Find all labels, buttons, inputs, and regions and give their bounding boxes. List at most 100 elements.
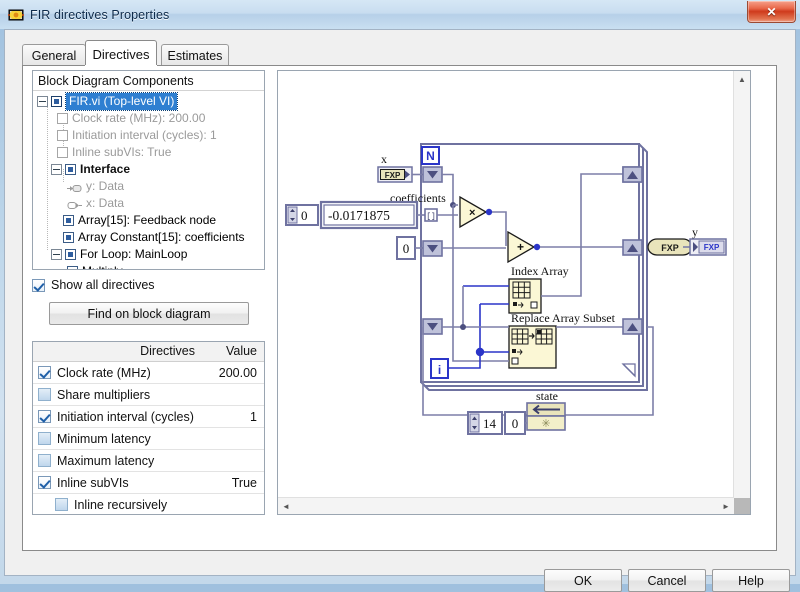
table-row[interactable]: Maximum latency <box>33 450 264 472</box>
table-row[interactable]: Minimum latency <box>33 428 264 450</box>
indicator-terminal-icon <box>67 182 82 191</box>
scroll-up-button[interactable]: ▲ <box>734 71 750 87</box>
labview-vi-icon <box>8 7 24 23</box>
directive-square-icon <box>57 130 68 141</box>
loop-count-terminal-label: N <box>426 149 435 163</box>
row-value: 1 <box>201 410 264 424</box>
tree-item-array-constant[interactable]: Array Constant[15]: coefficients <box>33 229 264 246</box>
state-init-value: 0 <box>512 416 519 431</box>
block-diagram-preview-panel[interactable]: .w { stroke:#7d7fa8; stroke-width:1.6; f… <box>277 70 751 515</box>
control-terminal-icon <box>67 199 82 208</box>
row-checkbox-inline-recursively[interactable] <box>55 498 68 511</box>
tab-directives[interactable]: Directives <box>85 40 157 67</box>
tree-item-initiation-interval[interactable]: Initiation interval (cycles): 1 <box>33 127 264 144</box>
cancel-button[interactable]: Cancel <box>628 569 706 592</box>
row-checkbox-initiation-interval[interactable] <box>38 410 51 423</box>
table-row[interactable]: Inline recursively <box>33 494 264 515</box>
row-label: Clock rate (MHz) <box>57 366 151 380</box>
diagram-horizontal-scrollbar[interactable]: ◄ ► <box>278 497 734 514</box>
table-row[interactable]: Inline subVIs True <box>33 472 264 494</box>
expander-minus-icon[interactable] <box>37 96 48 107</box>
row-checkbox-share-multipliers[interactable] <box>38 388 51 401</box>
tree-item-label: y: Data <box>86 178 124 195</box>
directive-square-icon <box>57 147 68 158</box>
directives-table-header: Directives Value <box>33 342 264 362</box>
row-label: Inline subVIs <box>57 476 129 490</box>
row-label: Minimum latency <box>57 432 151 446</box>
help-button[interactable]: Help <box>712 569 790 592</box>
tree-item-label: Inline subVIs: True <box>72 144 171 161</box>
close-button[interactable]: ✕ <box>747 1 796 23</box>
y-label: y <box>692 225 698 239</box>
state-size-value: 14 <box>483 416 497 431</box>
component-square-icon <box>65 249 76 260</box>
row-label: Initiation interval (cycles) <box>57 410 194 424</box>
row-value: 200.00 <box>201 366 264 380</box>
replace-array-subset-label: Replace Array Subset <box>511 311 616 325</box>
scroll-right-button[interactable]: ► <box>718 498 734 514</box>
tree-item-interface[interactable]: Interface <box>33 161 264 178</box>
directives-table[interactable]: Directives Value Clock rate (MHz) 200.00… <box>32 341 265 515</box>
scrollbar-corner <box>734 498 750 514</box>
row-checkbox-minimum-latency[interactable] <box>38 432 51 445</box>
tree-item-label: Array Constant[15]: coefficients <box>78 229 245 246</box>
tree-item-label: x: Data <box>86 195 124 212</box>
show-all-directives-checkbox[interactable] <box>32 279 45 292</box>
header-directives: Directives <box>33 342 201 361</box>
expander-minus-icon[interactable] <box>51 164 62 175</box>
state-label: state <box>536 389 558 403</box>
vi-square-icon <box>51 96 62 107</box>
tree-item-x-data[interactable]: x: Data <box>33 195 264 212</box>
properties-dialog-window: FIR directives Properties ✕ General Dire… <box>0 0 800 584</box>
svg-text:×: × <box>469 207 475 219</box>
diagram-vertical-scrollbar[interactable]: ▲ <box>733 71 750 498</box>
tree-item-label: Clock rate (MHz): 200.00 <box>72 110 205 127</box>
tree-item-label: Multiply <box>82 263 123 270</box>
scroll-left-button[interactable]: ◄ <box>278 498 294 514</box>
expander-minus-icon[interactable] <box>51 249 62 260</box>
table-row[interactable]: Share multipliers <box>33 384 264 406</box>
block-diagram-svg: .w { stroke:#7d7fa8; stroke-width:1.6; f… <box>278 71 734 498</box>
tree-item-multiply[interactable]: Multiply <box>33 263 264 270</box>
dialog-client-area: General Directives Estimates Block Diagr… <box>4 29 796 576</box>
active-tab-seam <box>85 65 157 67</box>
tree-item-y-data[interactable]: y: Data <box>33 178 264 195</box>
window-titlebar: FIR directives Properties ✕ <box>0 0 800 29</box>
row-checkbox-maximum-latency[interactable] <box>38 454 51 467</box>
row-checkbox-clock-rate[interactable] <box>38 366 51 379</box>
index-array-label: Index Array <box>511 264 569 278</box>
show-all-directives-row[interactable]: Show all directives <box>32 278 155 292</box>
ok-button[interactable]: OK <box>544 569 622 592</box>
coefficients-value: -0.0171875 <box>328 208 390 223</box>
table-row[interactable]: Initiation interval (cycles) 1 <box>33 406 264 428</box>
component-square-icon <box>63 215 74 226</box>
coefficients-index-value: 0 <box>301 208 308 223</box>
row-checkbox-inline-subvis[interactable] <box>38 476 51 489</box>
table-row[interactable]: Clock rate (MHz) 200.00 <box>33 362 264 384</box>
svg-text:FXP: FXP <box>661 243 679 253</box>
find-on-block-diagram-button[interactable]: Find on block diagram <box>49 302 249 325</box>
tree-item-label: Initiation interval (cycles): 1 <box>72 127 217 144</box>
component-square-icon <box>67 266 78 270</box>
row-value: True <box>201 476 264 490</box>
block-diagram-components-tree[interactable]: Block Diagram Components FIR.vi (Top-lev… <box>32 70 265 270</box>
tree-item-label: For Loop: MainLoop <box>80 246 187 263</box>
tab-general[interactable]: General <box>22 44 86 66</box>
row-label: Inline recursively <box>74 498 167 512</box>
component-square-icon <box>63 232 74 243</box>
tab-strip: General Directives Estimates <box>22 40 777 66</box>
directive-square-icon <box>57 113 68 124</box>
interface-square-icon <box>65 164 76 175</box>
tab-estimates[interactable]: Estimates <box>161 44 229 66</box>
tree-item-label: Interface <box>80 161 130 178</box>
tree-item-clock-rate[interactable]: Clock rate (MHz): 200.00 <box>33 110 264 127</box>
header-value: Value <box>201 342 264 361</box>
tree-item-for-loop-mainloop[interactable]: For Loop: MainLoop <box>33 246 264 263</box>
svg-text:FXP: FXP <box>704 243 720 252</box>
tree-item-inline-subvis[interactable]: Inline subVIs: True <box>33 144 264 161</box>
block-diagram-canvas[interactable]: .w { stroke:#7d7fa8; stroke-width:1.6; f… <box>278 71 734 498</box>
svg-text:✳: ✳ <box>541 418 550 430</box>
tree-item-feedback-node[interactable]: Array[15]: Feedback node <box>33 212 264 229</box>
tree-item-fir-vi[interactable]: FIR.vi (Top-level VI) <box>33 93 264 110</box>
row-label: Maximum latency <box>57 454 154 468</box>
